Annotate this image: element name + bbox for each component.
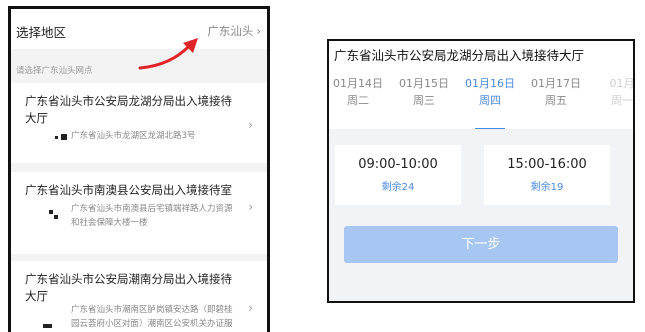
qr-code-icon — [55, 131, 69, 143]
date-label: 01月14日 — [333, 77, 383, 90]
weekday-label: 周五 — [545, 94, 567, 107]
date-tab-selected[interactable]: 01月16日 周四 — [461, 75, 519, 130]
date-tab[interactable]: 01月17日 周五 — [527, 75, 585, 109]
weekday-label: 周二 — [347, 94, 369, 107]
slot-area: 09:00-10:00 剩余24 15:00-16:00 剩余19 下一步 — [329, 129, 633, 301]
region-value: 广东汕头 — [207, 24, 254, 38]
booking-screen: 广东省汕头市公安局龙湖分局出入境接待大厅 01月14日 周二 01月15日 周三… — [327, 39, 635, 303]
time-slot[interactable]: 15:00-16:00 剩余19 — [484, 145, 610, 205]
chevron-right-icon: › — [248, 200, 253, 214]
date-tab[interactable]: 01月14日 周二 — [329, 75, 387, 109]
site-name: 广东省汕头市公安局龙湖分局出入境接待大厅 — [25, 94, 232, 125]
qr-code-icon — [49, 210, 63, 222]
page-title: 选择地区 — [16, 25, 67, 40]
weekday-label: 周一 — [611, 94, 633, 107]
chevron-right-icon: › — [256, 24, 261, 38]
site-address: 广东省汕头市龙湖区龙湖北路3号 — [71, 131, 196, 141]
date-label: 01月17日 — [531, 77, 581, 90]
slot-remaining: 剩余19 — [530, 182, 564, 193]
date-label: 01月16日 — [465, 77, 515, 90]
date-label: 01月 — [609, 77, 635, 90]
qr-code-icon — [43, 321, 57, 332]
date-tabs: 01月14日 周二 01月15日 周三 01月16日 周四 01月17日 周五 … — [329, 71, 635, 130]
slot-time: 09:00-10:00 — [358, 157, 438, 172]
chevron-right-icon: › — [248, 301, 253, 315]
site-hint: 请选择广东汕头网点 — [16, 66, 93, 76]
date-label: 01月15日 — [399, 77, 449, 90]
red-arrow-annotation-icon — [138, 38, 198, 70]
site-card[interactable]: 广东省汕头市公安局潮南分局出入境接待大厅 广东省汕头市潮南区胪岗镇安达路（即碧桂… — [11, 261, 267, 332]
chevron-right-icon: › — [248, 118, 253, 132]
site-name: 广东省汕头市公安局潮南分局出入境接待大厅 — [25, 272, 232, 303]
date-tab[interactable]: 01月15日 周三 — [395, 75, 453, 109]
slot-time: 15:00-16:00 — [507, 157, 587, 172]
site-address: 广东省汕头市潮南区胪岗镇安达路（即碧桂园云荟府小区对面）潮南区公安机关办证服务中… — [71, 305, 233, 329]
weekday-label: 周三 — [413, 94, 435, 107]
site-address: 广东省汕头市南澳县后宅镇端祥路人力资源和社会保障大楼一楼 — [71, 204, 233, 228]
slot-remaining: 剩余24 — [381, 182, 415, 193]
weekday-label: 周四 — [479, 94, 501, 107]
next-step-button[interactable]: 下一步 — [344, 226, 618, 263]
booking-title: 广东省汕头市公安局龙湖分局出入境接待大厅 — [334, 48, 585, 63]
site-card[interactable]: 广东省汕头市公安局龙湖分局出入境接待大厅 广东省汕头市龙湖区龙湖北路3号 › — [11, 83, 267, 163]
site-card[interactable]: 广东省汕头市南澳县公安局出入境接待室 广东省汕头市南澳县后宅镇端祥路人力资源和社… — [11, 172, 267, 254]
time-slot[interactable]: 09:00-10:00 剩余24 — [335, 145, 461, 205]
date-tab[interactable]: 01月 周一 — [593, 75, 635, 109]
site-name: 广东省汕头市南澳县公安局出入境接待室 — [25, 183, 232, 197]
region-selector[interactable]: 广东汕头 › — [207, 23, 261, 39]
